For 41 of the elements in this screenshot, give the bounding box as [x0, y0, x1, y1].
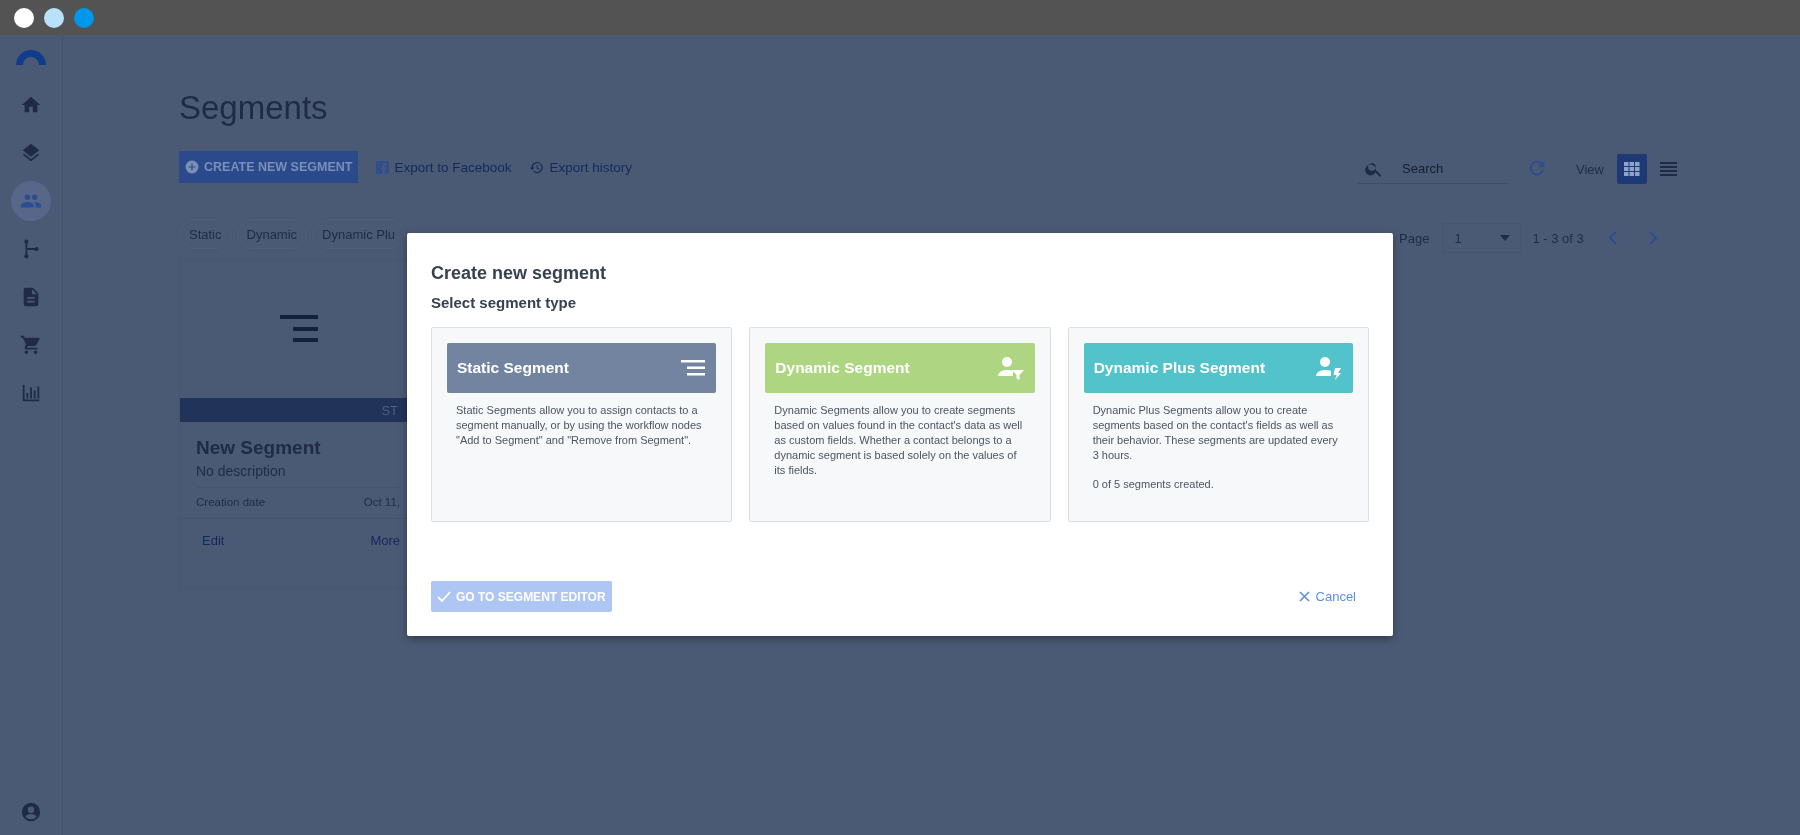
- sidebar-item[interactable]: [11, 181, 51, 221]
- cancel-button[interactable]: Cancel: [1292, 588, 1362, 605]
- segment-type-title: Static Segment: [457, 359, 569, 377]
- check-icon: [437, 590, 451, 603]
- plus-circle-icon: [185, 160, 199, 174]
- card-action-link[interactable]: Edit: [202, 533, 225, 548]
- facebook-icon: [376, 160, 390, 174]
- grid-icon: [1624, 162, 1640, 176]
- segment-count-note: 0 of 5 segments created.: [1092, 478, 1215, 490]
- segment-type-option[interactable]: [749, 327, 1051, 522]
- segment-type-title: Dynamic Plus Segment: [1093, 359, 1266, 377]
- bar-chart-icon: [20, 382, 42, 404]
- create-segment-button[interactable]: CREATE NEW SEGMENT: [179, 151, 359, 183]
- card-action-link[interactable]: More: [370, 533, 400, 548]
- next-page-icon[interactable]: [1647, 231, 1658, 245]
- history-icon: [529, 159, 545, 175]
- segment-type-option[interactable]: Static Segment Static Segments allow you to assign contacts to a segment manually, or by using the workflow nodes "Add to Segment" and "Remove from Segment".: [431, 327, 733, 522]
- grid-view-button[interactable]: [1617, 154, 1647, 184]
- dropdown-caret-icon: [1500, 235, 1511, 241]
- logo: [16, 49, 46, 65]
- search-field[interactable]: Search: [1358, 154, 1508, 184]
- person-filter-icon: [997, 356, 1024, 380]
- user-icon: [20, 801, 42, 823]
- close-icon: [1298, 591, 1310, 602]
- previous-page-icon[interactable]: [1607, 231, 1618, 245]
- export-history-link[interactable]: Export history: [529, 159, 632, 175]
- segment-type-description: Dynamic Segments allow you to create segments based on values found in the contact's data as well as custom fields. Whether a contact belongs to a dynamic segment is based solely on the values of its fields.: [774, 403, 1024, 478]
- dialog-title: Create new segment: [431, 263, 608, 284]
- segment-type-description: Static Segments allow you to assign contacts to a segment manually, or by using the workflow nodes "Add to Segment" and "Remove from Segment".: [456, 403, 703, 448]
- window-control[interactable]: [44, 7, 64, 28]
- dialog-subtitle: Select segment type: [431, 294, 578, 311]
- window-control[interactable]: [14, 7, 34, 28]
- person-bolt-icon: [1316, 356, 1342, 380]
- cart-icon: [20, 334, 42, 356]
- lines-icon: [681, 360, 706, 376]
- segment-type-description: Dynamic Plus Segments allow you to create segments based on the contact's fields as well as their behavior. These segments are updated every 3 hours.: [1092, 403, 1339, 463]
- layers-icon: [20, 142, 42, 164]
- segment-type-title: Dynamic Segment: [775, 359, 910, 377]
- lines-icon: [280, 315, 318, 343]
- list-icon: [1659, 162, 1677, 176]
- segment-type-option[interactable]: Dynamic Plus Segment Dynamic Plus Segments allow you to create segments based on the contact's fields as well as their behavior. These segments are updated every 3 hours. 0 of 5 segments created.: [1067, 327, 1369, 522]
